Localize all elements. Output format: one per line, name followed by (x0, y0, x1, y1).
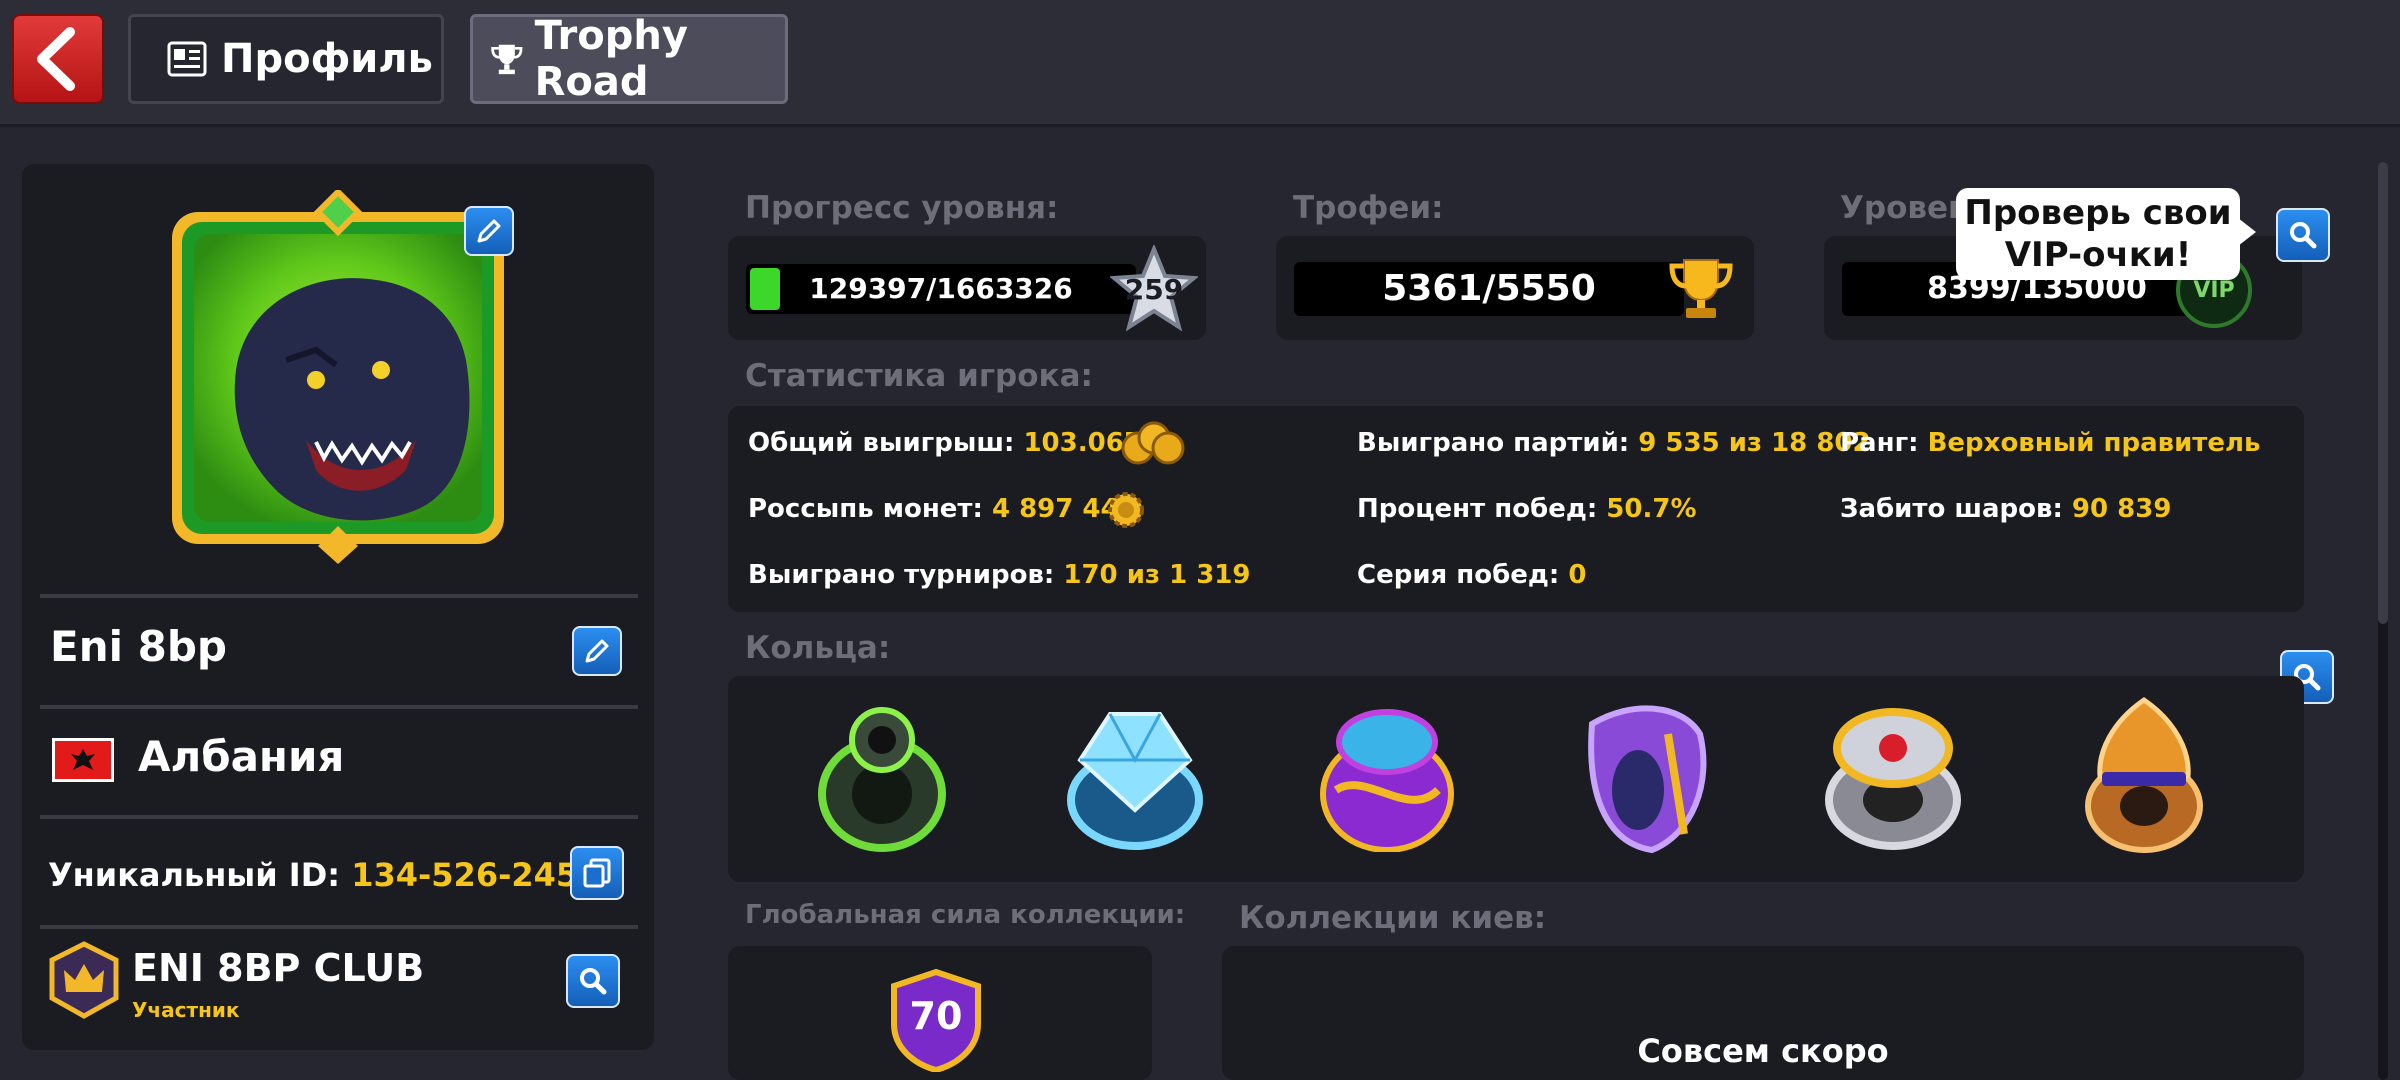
search-icon (2290, 222, 2317, 249)
player-name: Eni 8bp (50, 622, 227, 671)
vip-badge-text: VIP (2193, 277, 2235, 303)
search-icon (580, 968, 607, 995)
unique-id-label: Уникальный ID: (48, 856, 341, 894)
stat-total-winnings: Общий выигрыш: 103.06B (748, 428, 1144, 458)
pencil-icon (477, 219, 501, 243)
vip-tooltip-line2: VIP-очки! (2004, 235, 2192, 275)
stat-balls-potted: Забито шаров: 90 839 (1840, 494, 2172, 524)
tab-profile-label: Профиль (221, 36, 433, 82)
stat-coin-scatter: Россыпь монет: 4 897 446 (748, 494, 1137, 524)
level-progress-bar: 129397/1663326 (746, 264, 1136, 314)
divider (40, 594, 638, 598)
trophy-icon (491, 44, 523, 75)
trophies-bar: 5361/5550 (1294, 262, 1684, 316)
club-search-button[interactable] (566, 954, 620, 1008)
trophies-label: Трофеи: (1293, 190, 1444, 226)
tab-trophy-road[interactable]: Trophy Road (470, 13, 788, 105)
cue-collections-status: Совсем скоро (1637, 1032, 1889, 1070)
tab-trophy-road-label: Trophy Road (534, 13, 688, 105)
stat-rank: Ранг: Верховный правитель (1840, 428, 2261, 458)
copy-icon (583, 858, 611, 888)
country-name: Албания (138, 732, 345, 781)
avatar[interactable] (166, 187, 510, 566)
tooltip-pointer (2238, 218, 2256, 246)
club-name[interactable]: ENI 8BP CLUB (132, 946, 424, 990)
back-button[interactable] (12, 14, 104, 104)
pencil-icon (585, 639, 609, 663)
stat-games-won: Выиграно партий: 9 535 из 18 802 (1357, 428, 1871, 458)
divider (40, 705, 638, 709)
profile-card-icon (167, 41, 207, 77)
ring-silver-gold-icon[interactable] (1818, 700, 1968, 852)
tab-profile[interactable]: Профиль (128, 14, 444, 104)
collection-power-value: 70 (909, 994, 963, 1038)
unique-id-row: Уникальный ID: 134-526-245-9 (48, 856, 614, 894)
vip-tooltip: Проверь свои VIP-очки! (1956, 188, 2256, 280)
panther-avatar-icon (172, 187, 504, 564)
vip-tooltip-line1: Проверь свои (1964, 193, 2232, 233)
rings-label: Кольца: (745, 630, 891, 666)
vip-search-button[interactable] (2276, 208, 2330, 262)
divider (40, 925, 638, 929)
back-arrow-icon (37, 27, 75, 91)
ring-8ball-icon[interactable] (812, 698, 952, 854)
edit-name-button[interactable] (572, 626, 622, 676)
ring-tough-icon[interactable] (1316, 700, 1458, 853)
ring-unstable-icon[interactable] (1572, 694, 1718, 856)
collection-power-label: Глобальная сила коллекции: (745, 900, 1186, 930)
stat-tournaments-won: Выиграно турниров: 170 из 1 319 (748, 560, 1251, 590)
coin-stack-icon (1120, 420, 1186, 466)
level-number: 259 (1124, 273, 1184, 306)
divider (40, 815, 638, 819)
ring-diamond-icon[interactable] (1060, 700, 1210, 852)
level-star-badge: 259 (1110, 245, 1198, 333)
gold-trophy-icon (1666, 256, 1736, 322)
edit-avatar-button[interactable] (464, 206, 514, 256)
player-stats-label: Статистика игрока: (745, 358, 1093, 394)
rings-card (728, 676, 2304, 882)
club-crest-icon (48, 940, 120, 1020)
stat-win-streak: Серия побед: 0 (1357, 560, 1587, 590)
collection-power-badge: 70 (888, 968, 984, 1072)
copy-id-button[interactable] (570, 846, 624, 900)
level-progress-text: 129397/1663326 (809, 272, 1073, 305)
trophies-value: 5361/5550 (1382, 268, 1596, 309)
level-progress-label: Прогресс уровня: (745, 190, 1059, 226)
stat-win-percent: Процент побед: 50.7% (1357, 494, 1697, 524)
coin-icon (1106, 490, 1146, 530)
cue-collections-label: Коллекции киев: (1239, 900, 1547, 936)
ring-gold-orange-icon[interactable] (2076, 692, 2212, 856)
scrollbar-thumb[interactable] (2378, 162, 2388, 624)
albania-flag-icon (52, 738, 114, 782)
club-role: Участник (132, 998, 240, 1022)
